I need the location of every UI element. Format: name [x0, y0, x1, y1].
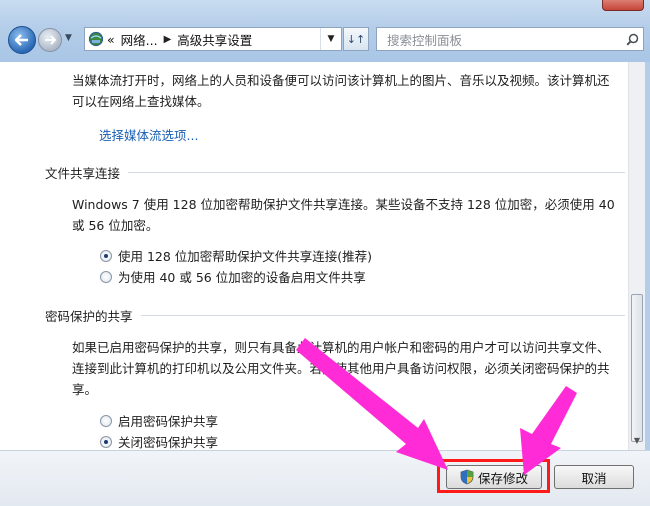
radio-label: 启用密码保护共享 — [118, 414, 219, 429]
refresh-icon: ↓↑ — [346, 32, 366, 46]
back-button[interactable] — [8, 26, 36, 54]
breadcrumb-advanced-sharing[interactable]: 高级共享设置 — [177, 30, 252, 49]
address-bar[interactable]: « 网络... ▶ 高级共享设置 ▼ — [84, 27, 342, 51]
file-sharing-section-header: 文件共享连接 — [45, 162, 625, 182]
media-streaming-description: 当媒体流打开时，网络上的人员和设备便可以访问该计算机上的图片、音乐以及视频。该计… — [72, 73, 610, 109]
address-dropdown-icon[interactable]: ▼ — [320, 28, 341, 50]
search-input[interactable]: 搜索控制面板 — [376, 27, 644, 51]
breadcrumb-separator-icon[interactable]: ▶ — [164, 34, 172, 45]
radio-button[interactable] — [100, 414, 112, 427]
control-panel-icon — [85, 28, 107, 50]
cancel-button[interactable]: 取消 — [554, 465, 634, 489]
file-sharing-title: 文件共享连接 — [45, 165, 121, 181]
window-border — [645, 62, 650, 450]
window-toolbar: ▼ « 网络... ▶ 高级共享设置 ▼ ↓↑ 搜索控制面板 — [0, 0, 650, 62]
breadcrumb-overflow[interactable]: « — [107, 32, 115, 47]
radio-button-selected[interactable] — [100, 249, 112, 262]
recent-pages-dropdown[interactable]: ▼ — [65, 33, 77, 47]
search-icon[interactable] — [621, 33, 643, 46]
password-sharing-title: 密码保护的共享 — [45, 308, 133, 324]
password-sharing-description: 如果已启用密码保护的共享，则只有具备此计算机的用户帐户和密码的用户才可以访问共享… — [72, 340, 610, 397]
refresh-button[interactable]: ↓↑ — [343, 27, 369, 51]
media-streaming-options-link[interactable]: 选择媒体流选项... — [99, 125, 198, 144]
scrollbar-thumb[interactable] — [631, 294, 643, 442]
section-divider — [128, 171, 625, 173]
radio-enable-password-protection[interactable]: 启用密码保护共享 — [100, 411, 218, 430]
button-bar — [0, 450, 650, 506]
radio-button-selected[interactable] — [100, 435, 112, 448]
scroll-down-arrow-icon[interactable]: ▼ — [631, 434, 643, 446]
password-sharing-section-header: 密码保护的共享 — [45, 305, 625, 325]
radio-128bit-encryption[interactable]: 使用 128 位加密帮助保护文件共享连接(推荐) — [100, 246, 372, 265]
radio-button[interactable] — [100, 270, 112, 283]
radio-disable-password-protection[interactable]: 关闭密码保护共享 — [100, 432, 218, 451]
settings-content: 当媒体流打开时，网络上的人员和设备便可以访问该计算机上的图片、音乐以及视频。该计… — [0, 62, 628, 450]
radio-label: 使用 128 位加密帮助保护文件共享连接(推荐) — [118, 249, 373, 264]
radio-label: 关闭密码保护共享 — [118, 435, 219, 450]
forward-button[interactable] — [38, 28, 62, 52]
back-arrow-icon — [15, 34, 28, 46]
radio-label: 为使用 40 或 56 位加密的设备启用文件共享 — [118, 270, 366, 285]
save-button-highlight — [437, 459, 550, 493]
section-divider — [140, 314, 625, 316]
radio-40-56bit-encryption[interactable]: 为使用 40 或 56 位加密的设备启用文件共享 — [100, 267, 366, 286]
vertical-scrollbar[interactable]: ▼ — [628, 62, 645, 450]
file-sharing-description: Windows 7 使用 128 位加密帮助保护文件共享连接。某些设备不支持 1… — [72, 197, 615, 233]
forward-arrow-icon — [45, 35, 56, 45]
search-placeholder: 搜索控制面板 — [387, 32, 463, 48]
cancel-button-label: 取消 — [581, 470, 607, 486]
close-button[interactable] — [602, 0, 644, 11]
breadcrumb-network[interactable]: 网络... — [121, 30, 158, 49]
